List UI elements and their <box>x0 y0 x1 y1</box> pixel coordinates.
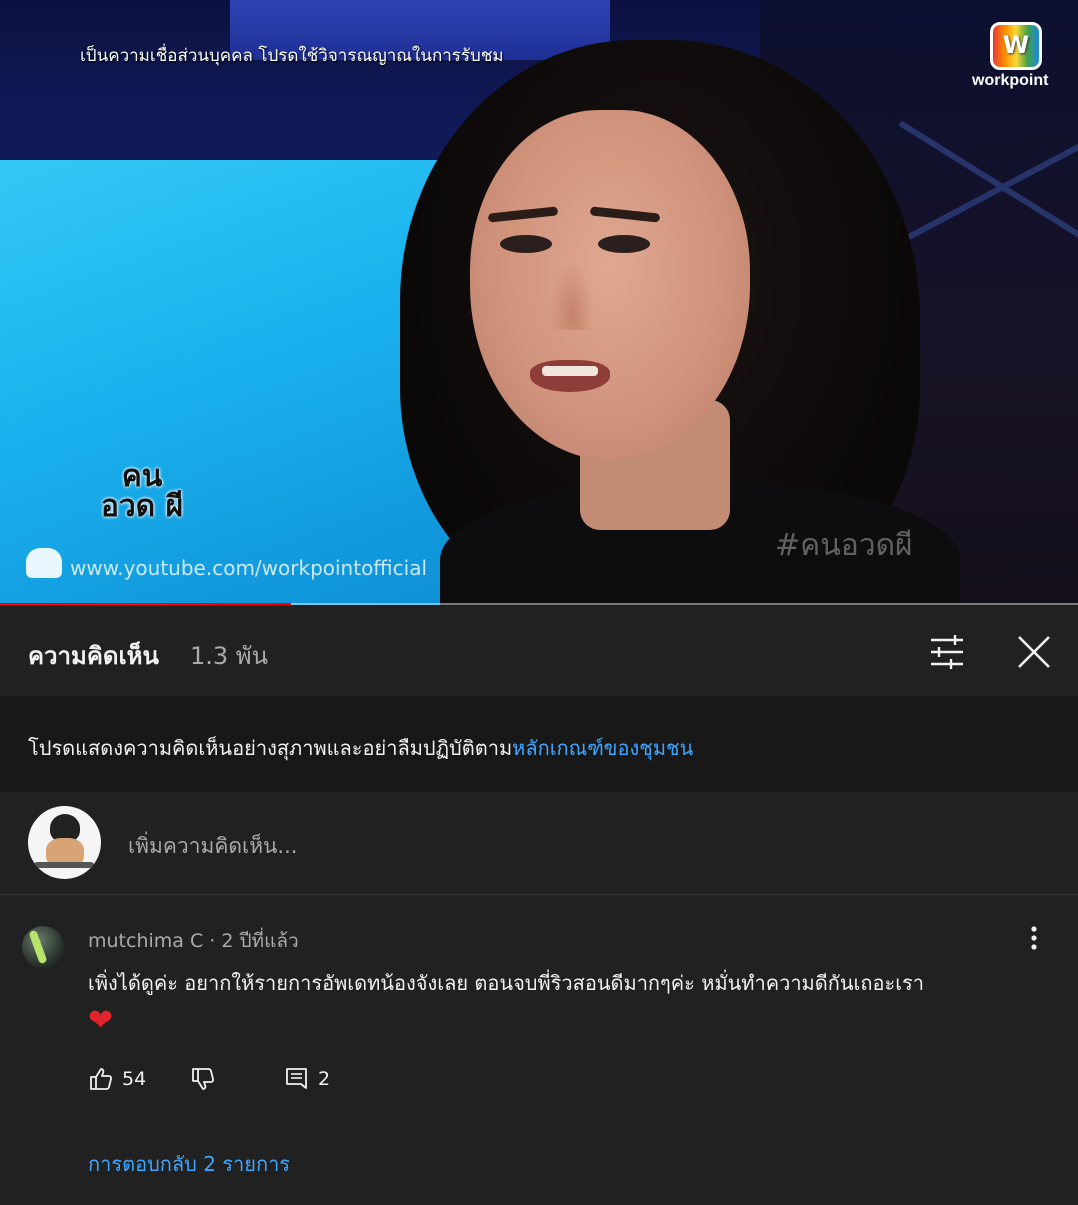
video-disclaimer-caption: เป็นความเชื่อส่วนบุคคล โปรดใช้วิจารณญาณใ… <box>80 46 504 66</box>
comment-more-button[interactable] <box>1016 924 1052 954</box>
app-root: เป็นความเชื่อส่วนบุคคล โปรดใช้วิจารณญาณใ… <box>0 0 1078 1205</box>
thumb-up-icon <box>90 1068 113 1090</box>
guidelines-message: โปรดแสดงความคิดเห็นอย่างสุภาพและอย่าลืมป… <box>28 732 693 764</box>
person-nose <box>550 260 594 330</box>
comment-item: mutchima C · 2 ปีที่แล้ว เพิ่งได้ดูค่ะ อ… <box>0 896 1078 1205</box>
close-comments-button[interactable] <box>1012 630 1056 674</box>
view-replies-link[interactable]: การตอบกลับ 2 รายการ <box>88 1148 290 1180</box>
show-logo: คน อวด ผี <box>100 459 184 524</box>
comments-header: ความคิดเห็น 1.3 พัน <box>0 608 1078 696</box>
channel-logo-text: workpoint <box>972 72 1049 89</box>
person-mouth <box>530 360 610 392</box>
comment-meta: mutchima C · 2 ปีที่แล้ว <box>88 930 299 952</box>
sort-filter-button[interactable] <box>925 630 969 674</box>
heart-emoji: ❤ <box>88 1003 114 1038</box>
comments-count: 1.3 พัน <box>190 642 269 670</box>
sliders-icon <box>931 635 963 669</box>
person-face <box>470 110 750 460</box>
person-eye <box>500 235 552 253</box>
person-teeth <box>542 366 598 376</box>
comment-text: เพิ่งได้ดูค่ะ อยากให้รายการอัพเดทน้องจัง… <box>88 971 925 995</box>
video-frame-person <box>380 10 980 605</box>
video-progress-bar[interactable] <box>0 603 1078 605</box>
user-avatar <box>28 806 101 879</box>
commenter-avatar[interactable] <box>22 926 64 968</box>
guidelines-link[interactable]: หลักเกณฑ์ของชุมชน <box>512 736 693 760</box>
reply-button[interactable]: 2 <box>284 1066 330 1092</box>
more-vert-icon <box>1031 926 1037 950</box>
like-count: 54 <box>122 1068 147 1090</box>
video-watermark: www.youtube.com/workpointofficial <box>70 556 428 580</box>
community-guidelines-banner: โปรดแสดงความคิดเห็นอย่างสุภาพและอย่าลืมป… <box>0 696 1078 792</box>
comment-time: 2 ปีที่แล้ว <box>221 930 299 952</box>
reply-count: 2 <box>318 1068 331 1090</box>
dislike-button[interactable] <box>190 1066 216 1092</box>
video-player[interactable]: เป็นความเชื่อส่วนบุคคล โปรดใช้วิจารณญาณใ… <box>0 0 1078 605</box>
comment-author[interactable]: mutchima C <box>88 930 203 952</box>
like-button[interactable]: 54 <box>88 1066 146 1092</box>
comment-text-block: เพิ่งได้ดูค่ะ อยากให้รายการอัพเดทน้องจัง… <box>88 964 1048 1042</box>
guidelines-text: โปรดแสดงความคิดเห็นอย่างสุภาพและอย่าลืมป… <box>28 736 513 760</box>
close-icon <box>1018 636 1050 668</box>
comments-title: ความคิดเห็น <box>28 642 159 670</box>
ghost-logo-icon <box>26 548 62 578</box>
add-comment-input[interactable] <box>128 830 1008 862</box>
thumb-down-icon <box>192 1068 215 1090</box>
comment-icon <box>286 1068 307 1089</box>
video-progress-fill <box>0 603 292 605</box>
show-hashtag: #คนอวดผี <box>775 528 913 563</box>
workpoint-logo-icon <box>990 22 1042 70</box>
person-eye <box>598 235 650 253</box>
add-comment-row <box>0 792 1078 895</box>
